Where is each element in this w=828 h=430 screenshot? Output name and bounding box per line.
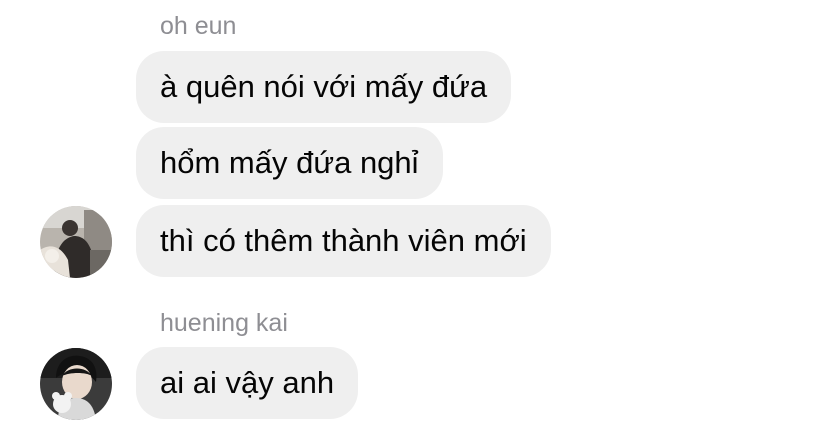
message-text: à quên nói với mấy đứa [160, 69, 488, 104]
user-photo-icon [40, 348, 112, 420]
sender-name: oh eun [160, 12, 237, 40]
message-bubble[interactable]: à quên nói với mấy đứa [136, 51, 512, 123]
message-text: thì có thêm thành viên mới [160, 223, 527, 258]
message-bubble[interactable]: hổm mấy đứa nghỉ [136, 127, 443, 199]
message-text: hổm mấy đứa nghỉ [160, 145, 419, 180]
message-bubble[interactable]: thì có thêm thành viên mới [136, 205, 551, 277]
sender-name: huening kai [160, 309, 288, 337]
message-text: ai ai vậy anh [160, 365, 335, 400]
message-bubble[interactable]: ai ai vậy anh [136, 347, 359, 419]
user-photo-icon [40, 206, 112, 278]
avatar[interactable] [40, 206, 112, 278]
avatar[interactable] [40, 348, 112, 420]
